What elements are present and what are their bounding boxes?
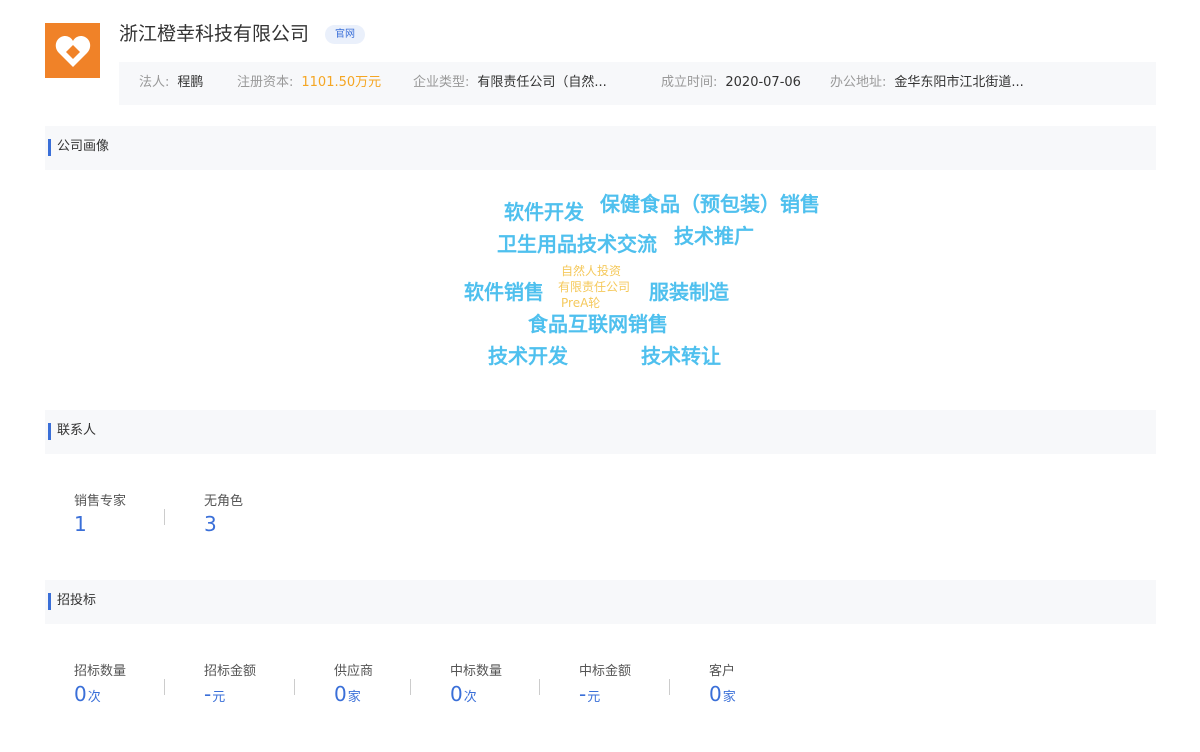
section-header-portrait: 公司画像 [45, 126, 1156, 170]
stat-value[interactable]: 0 [334, 682, 347, 706]
stat-label: 中标数量 [450, 664, 503, 679]
info-legal-person: 法人: 程鹏 [139, 62, 203, 105]
official-site-link[interactable]: 官网 [325, 25, 365, 44]
section-title: 联系人 [57, 423, 97, 438]
section-title: 公司画像 [57, 139, 110, 154]
info-label: 法人: [139, 75, 170, 90]
section-accent-bar [48, 593, 51, 610]
heart-icon [55, 35, 90, 67]
stat-label: 招标数量 [74, 664, 127, 679]
info-value: 2020-07-06 [725, 75, 801, 90]
info-value: 有限责任公司（自然... [477, 75, 607, 90]
cloud-word: 技术转让 [641, 344, 721, 368]
stat-label: 销售专家 [74, 494, 127, 509]
stat-divider [539, 679, 540, 695]
section-header-contacts: 联系人 [45, 410, 1156, 454]
info-office-address: 办公地址: 金华东阳市江北街道... [830, 62, 1024, 105]
stat-value[interactable]: 0 [450, 682, 463, 706]
stat-divider [164, 679, 165, 695]
info-value: 程鹏 [177, 75, 204, 90]
stat-value[interactable]: - [204, 682, 211, 706]
stat-unit: 家 [722, 690, 736, 705]
bid-stat-win-count[interactable]: 中标数量 0次 [450, 663, 502, 707]
stat-unit: 次 [463, 690, 477, 705]
cloud-word: 服装制造 [649, 280, 729, 304]
cloud-word: 技术推广 [674, 224, 754, 248]
stat-label: 中标金额 [579, 664, 632, 679]
stat-value[interactable]: - [579, 682, 586, 706]
section-accent-bar [48, 139, 51, 156]
stat-value[interactable]: 3 [204, 512, 217, 536]
company-info-bar: 法人: 程鹏 注册资本: 1101.50万元 企业类型: 有限责任公司（自然... 成… [119, 62, 1156, 105]
info-value: 1101.50万元 [301, 75, 382, 90]
stat-divider [294, 679, 295, 695]
stat-label: 无角色 [204, 494, 244, 509]
info-label: 成立时间: [661, 75, 718, 90]
bid-stat-customers[interactable]: 客户 0家 [709, 663, 736, 707]
stat-label: 招标金额 [204, 664, 257, 679]
company-logo [45, 23, 100, 78]
stat-unit: 元 [587, 690, 601, 705]
cloud-word: 自然人投资 [561, 264, 622, 278]
bid-stat-win-amount[interactable]: 中标金额 -元 [579, 663, 631, 707]
cloud-word: PreA轮 [561, 296, 601, 310]
company-name: 浙江橙幸科技有限公司 [119, 23, 310, 45]
bid-stat-tender-amount[interactable]: 招标金额 -元 [204, 663, 256, 707]
stat-divider [164, 509, 165, 525]
cloud-word: 保健食品（预包装）销售 [600, 192, 820, 216]
contact-stat-no-role[interactable]: 无角色 3 [204, 493, 243, 537]
stat-value[interactable]: 1 [74, 512, 87, 536]
cloud-word: 食品互联网销售 [528, 312, 668, 336]
cloud-word: 卫生用品技术交流 [497, 232, 657, 256]
info-value: 金华东阳市江北街道... [894, 75, 1024, 90]
info-label: 企业类型: [413, 75, 470, 90]
info-registered-capital: 注册资本: 1101.50万元 [237, 62, 381, 105]
cloud-word: 技术开发 [488, 344, 568, 368]
info-founded-date: 成立时间: 2020-07-06 [661, 62, 801, 105]
section-accent-bar [48, 423, 51, 440]
bid-stat-tender-count[interactable]: 招标数量 0次 [74, 663, 126, 707]
stat-label: 供应商 [334, 664, 374, 679]
cloud-word: 软件开发 [504, 200, 584, 224]
stat-unit: 家 [347, 690, 361, 705]
info-label: 注册资本: [237, 75, 294, 90]
cloud-word: 软件销售 [464, 280, 544, 304]
stat-label: 客户 [709, 664, 736, 679]
stat-divider [669, 679, 670, 695]
bid-stat-suppliers[interactable]: 供应商 0家 [334, 663, 373, 707]
section-header-bidding: 招投标 [45, 580, 1156, 624]
info-label: 办公地址: [830, 75, 887, 90]
cloud-word: 有限责任公司 [558, 280, 631, 294]
stat-unit: 元 [212, 690, 226, 705]
section-title: 招投标 [57, 593, 97, 608]
stat-divider [410, 679, 411, 695]
stat-value[interactable]: 0 [709, 682, 722, 706]
stat-unit: 次 [87, 690, 101, 705]
stat-value[interactable]: 0 [74, 682, 87, 706]
info-company-type: 企业类型: 有限责任公司（自然... [413, 62, 607, 105]
contact-stat-sales-expert[interactable]: 销售专家 1 [74, 493, 126, 537]
